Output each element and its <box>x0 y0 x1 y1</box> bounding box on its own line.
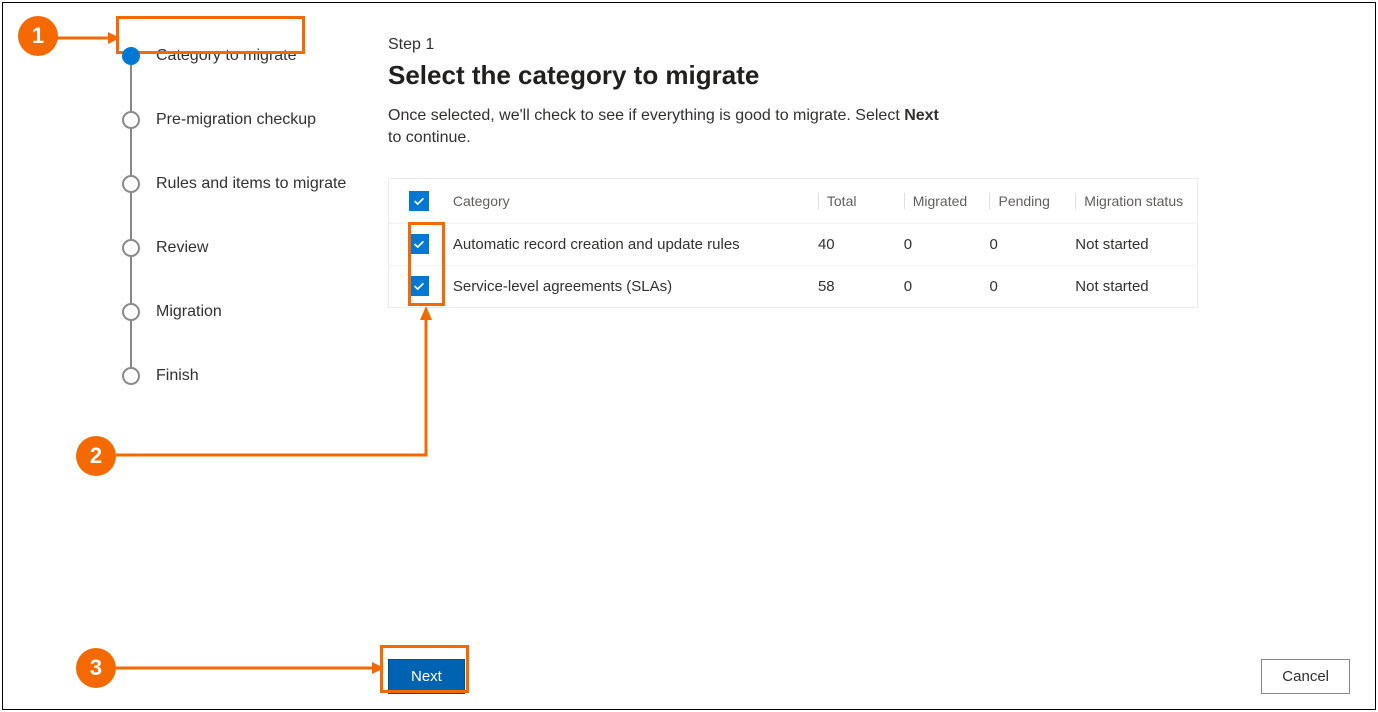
col-header-status: Migration status <box>1075 193 1197 209</box>
cell-category: Automatic record creation and update rul… <box>449 236 818 253</box>
annotation-arrow-icon <box>116 660 384 676</box>
category-table: Category Total Migrated Pending Migratio… <box>388 178 1198 308</box>
step-rules-and-items[interactable]: Rules and items to migrate <box>122 152 346 216</box>
cell-pending: 0 <box>990 236 1076 253</box>
table-header: Category Total Migrated Pending Migratio… <box>389 179 1197 223</box>
annotation-highlight-box <box>116 16 305 54</box>
step-dot-icon <box>122 239 140 257</box>
table-row[interactable]: Automatic record creation and update rul… <box>389 223 1197 265</box>
annotation-arrow-icon <box>116 306 436 466</box>
annotation-badge: 2 <box>76 436 116 476</box>
annotation-arrow-icon <box>56 30 120 46</box>
cancel-button[interactable]: Cancel <box>1261 659 1350 694</box>
step-dot-icon <box>122 111 140 129</box>
col-header-migrated: Migrated <box>904 193 990 209</box>
step-dot-icon <box>122 175 140 193</box>
step-label: Rules and items to migrate <box>156 175 346 193</box>
annotation-highlight-box <box>408 222 445 306</box>
table-row[interactable]: Service-level agreements (SLAs) 58 0 0 N… <box>389 265 1197 307</box>
cell-migrated: 0 <box>904 236 990 253</box>
step-review[interactable]: Review <box>122 216 346 280</box>
main-content: Step 1 Select the category to migrate On… <box>388 36 1358 308</box>
col-header-category: Category <box>449 193 818 209</box>
step-dot-icon <box>122 367 140 385</box>
step-dot-active-icon <box>122 47 140 65</box>
step-dot-icon <box>122 303 140 321</box>
annotation-badge: 1 <box>18 16 58 56</box>
annotation-badge: 3 <box>76 648 116 688</box>
select-all-checkbox[interactable] <box>409 191 429 211</box>
col-header-total: Total <box>818 193 904 209</box>
check-icon <box>412 194 426 208</box>
cell-category: Service-level agreements (SLAs) <box>449 278 818 295</box>
cell-status: Not started <box>1075 236 1197 253</box>
page-description: Once selected, we'll check to see if eve… <box>388 105 948 150</box>
cell-status: Not started <box>1075 278 1197 295</box>
page-title: Select the category to migrate <box>388 60 1358 91</box>
cell-pending: 0 <box>990 278 1076 295</box>
cell-total: 40 <box>818 236 904 253</box>
col-header-pending: Pending <box>989 193 1075 209</box>
step-pre-migration-checkup[interactable]: Pre-migration checkup <box>122 88 346 152</box>
step-label: Review <box>156 239 208 257</box>
step-label: Pre-migration checkup <box>156 111 316 129</box>
cell-migrated: 0 <box>904 278 990 295</box>
annotation-highlight-box <box>380 645 469 693</box>
step-number: Step 1 <box>388 36 1358 54</box>
cell-total: 58 <box>818 278 904 295</box>
